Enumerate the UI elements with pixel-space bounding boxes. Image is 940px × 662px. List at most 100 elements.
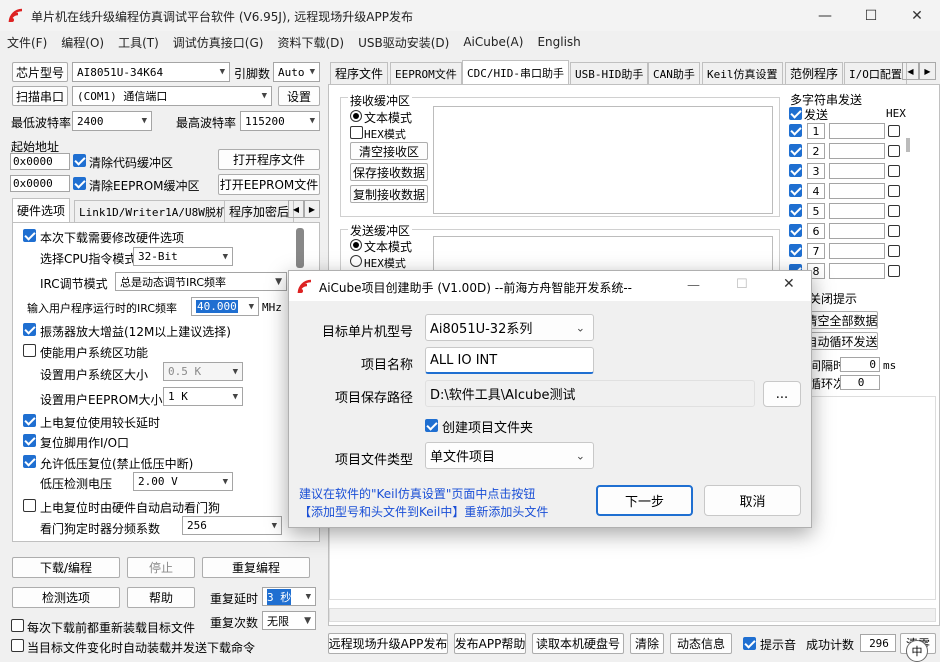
check-options-button[interactable]: 检测选项	[12, 587, 120, 608]
row-send-checkbox[interactable]	[789, 164, 802, 177]
tab-io-config[interactable]: I/O口配置	[844, 62, 907, 84]
user-sys-size-select[interactable]: 0.5 K ▼	[163, 362, 243, 381]
row-send-button[interactable]: 2	[807, 143, 825, 159]
dialog-close-button[interactable]: ✕	[783, 276, 795, 292]
reset-io-checkbox[interactable]	[23, 434, 36, 447]
interval-input[interactable]: 0	[840, 357, 880, 372]
tab-encrypt[interactable]: 程序加密后	[224, 200, 295, 222]
tab-scroll[interactable]: ◀ ▶	[288, 200, 320, 218]
eeprom-addr-input[interactable]: 0x0000	[10, 175, 70, 192]
chevron-left-icon[interactable]: ◀	[288, 200, 304, 218]
chip-model-button[interactable]: 芯片型号	[12, 62, 68, 82]
open-eeprom-button[interactable]: 打开EEPROM文件	[218, 174, 320, 195]
user-sys-checkbox[interactable]	[23, 344, 36, 357]
loop-input[interactable]: 0	[840, 375, 880, 390]
chevron-right-icon[interactable]: ▶	[304, 200, 320, 218]
row-hex-checkbox[interactable]	[888, 165, 900, 177]
open-program-button[interactable]: 打开程序文件	[218, 149, 320, 170]
irc-mode-select[interactable]: 总是动态调节IRC频率 ▼	[115, 272, 287, 291]
next-button[interactable]: 下一步	[596, 485, 693, 516]
auto-loop-button[interactable]: 自动循环发送	[805, 332, 878, 350]
recv-textarea[interactable]	[433, 106, 773, 214]
power-delay-checkbox[interactable]	[23, 414, 36, 427]
row-send-button[interactable]: 7	[807, 243, 825, 259]
clear-button[interactable]: 清除	[630, 633, 664, 654]
menu-debug[interactable]: 调试仿真接口(G)	[166, 34, 271, 51]
send-text-radio[interactable]	[350, 239, 362, 251]
row-send-button[interactable]: 3	[807, 163, 825, 179]
row-text-input[interactable]	[829, 203, 885, 219]
file-type-select[interactable]: 单文件项目 ⌄	[425, 442, 594, 469]
tab-can[interactable]: CAN助手	[648, 62, 700, 84]
help-button[interactable]: 帮助	[127, 587, 195, 608]
row-hex-checkbox[interactable]	[888, 245, 900, 257]
irc-freq-input[interactable]: 40.000 ▼	[191, 297, 259, 316]
beep-checkbox[interactable]	[743, 637, 756, 650]
row-text-input[interactable]	[829, 263, 885, 279]
dialog-maximize-button[interactable]: ☐	[736, 277, 748, 292]
lv-select[interactable]: 2.00 V ▼	[133, 472, 233, 491]
dynamic-info-button[interactable]: 动态信息	[670, 633, 732, 654]
lvr-checkbox[interactable]	[23, 455, 36, 468]
row-send-button[interactable]: 4	[807, 183, 825, 199]
save-path-input[interactable]: D:\软件工具\AIcube测试	[425, 380, 755, 407]
row-send-checkbox[interactable]	[789, 184, 802, 197]
row-send-checkbox[interactable]	[789, 244, 802, 257]
row-text-input[interactable]	[829, 183, 885, 199]
browse-button[interactable]: ...	[763, 381, 801, 407]
row-hex-checkbox[interactable]	[888, 145, 900, 157]
pin-count-select[interactable]: Auto ▼	[273, 62, 320, 82]
chevron-right-icon[interactable]: ▶	[919, 62, 936, 80]
reload-checkbox[interactable]	[11, 619, 24, 632]
save-recv-button[interactable]: 保存接收数据	[350, 163, 428, 181]
clear-recv-button[interactable]: 清空接收区	[350, 142, 428, 160]
tab-hardware[interactable]: 硬件选项	[12, 198, 71, 222]
scan-port-button[interactable]: 扫描串口	[12, 86, 68, 106]
reprogram-button[interactable]: 重复编程	[202, 557, 310, 578]
row-send-button[interactable]: 1	[807, 123, 825, 139]
row-hex-checkbox[interactable]	[888, 265, 900, 277]
main-tab-scroll[interactable]: ◀ ▶	[902, 62, 936, 80]
recv-text-radio[interactable]	[350, 110, 362, 122]
min-baud-select[interactable]: 2400 ▼	[72, 111, 152, 131]
publish-help-button[interactable]: 发布APP帮助	[454, 633, 526, 654]
eeprom-size-select[interactable]: 1 K ▼	[163, 387, 243, 406]
read-disk-button[interactable]: 读取本机硬盘号	[532, 633, 624, 654]
row-send-checkbox[interactable]	[789, 124, 802, 137]
row-hex-checkbox[interactable]	[888, 125, 900, 137]
clear-eeprom-checkbox[interactable]	[73, 177, 86, 190]
minimize-button[interactable]: —	[802, 0, 848, 31]
wdt-checkbox[interactable]	[23, 499, 36, 512]
menu-tools[interactable]: 工具(T)	[111, 34, 166, 51]
options-scrollbar[interactable]	[296, 228, 304, 268]
tab-examples[interactable]: 范例程序	[785, 62, 844, 84]
dialog-minimize-button[interactable]: —	[687, 278, 700, 293]
menu-program[interactable]: 编程(O)	[54, 34, 111, 51]
tab-program-file[interactable]: 程序文件	[330, 62, 389, 84]
port-select[interactable]: (COM1) 通信端口 ▼	[72, 86, 272, 106]
tab-usb-hid[interactable]: USB-HID助手	[570, 62, 649, 84]
project-name-input[interactable]: ALL IO INT	[425, 347, 594, 374]
recount-select[interactable]: 无限 ▼	[262, 611, 316, 630]
clear-all-button[interactable]: 清空全部数据	[805, 311, 878, 329]
tab-eeprom-file[interactable]: EEPROM文件	[390, 62, 462, 84]
chevron-left-icon[interactable]: ◀	[902, 62, 919, 80]
row-text-input[interactable]	[829, 243, 885, 259]
publish-app-button[interactable]: 远程现场升级APP发布	[328, 633, 448, 654]
clear-code-checkbox[interactable]	[73, 154, 86, 167]
row-text-input[interactable]	[829, 123, 885, 139]
row-hex-checkbox[interactable]	[888, 225, 900, 237]
max-baud-select[interactable]: 115200 ▼	[240, 111, 320, 131]
download-button[interactable]: 下载/编程	[12, 557, 120, 578]
menu-usb[interactable]: USB驱动安装(D)	[351, 34, 456, 51]
close-button[interactable]: ✕	[894, 0, 940, 31]
row-text-input[interactable]	[829, 143, 885, 159]
row-send-button[interactable]: 6	[807, 223, 825, 239]
wdt-div-select[interactable]: 256 ▼	[182, 516, 282, 535]
stop-button[interactable]: 停止	[127, 557, 195, 578]
menu-download[interactable]: 资料下载(D)	[270, 34, 351, 51]
row-send-checkbox[interactable]	[789, 224, 802, 237]
row-hex-checkbox[interactable]	[888, 205, 900, 217]
copy-recv-button[interactable]: 复制接收数据	[350, 185, 428, 203]
modify-options-checkbox[interactable]	[23, 229, 36, 242]
